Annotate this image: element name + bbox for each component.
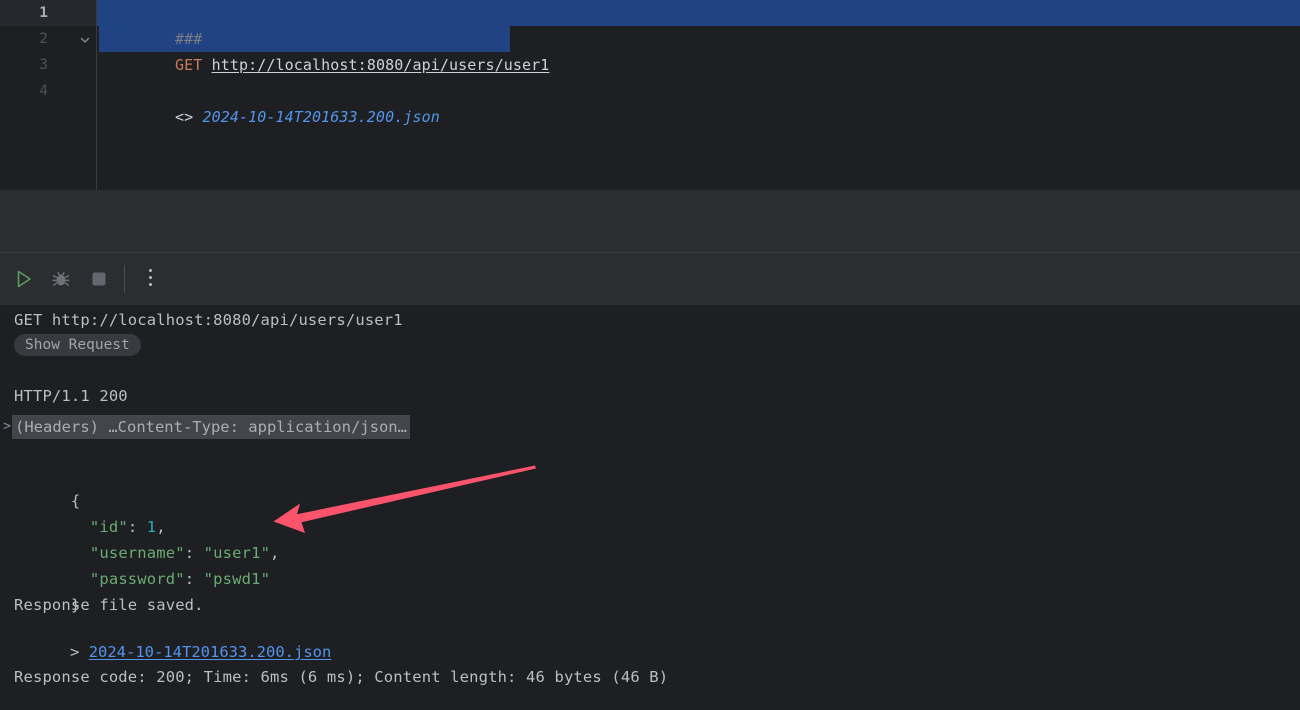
response-summary-line: Response code: 200; Time: 6ms (6 ms); Co… xyxy=(14,668,669,686)
gutter-line-4: 4 xyxy=(0,78,96,104)
editor-code-area[interactable]: ### GET http://localhost:8080/api/users/… xyxy=(97,0,1300,190)
gutter-line-3: 3 xyxy=(0,52,96,78)
run-icon[interactable] xyxy=(10,266,36,292)
response-ref-marker: <> xyxy=(175,108,194,126)
gutter-line-2: 2 xyxy=(0,26,96,52)
editor-gutter: 1 2 3 4 xyxy=(0,0,97,190)
line-number: 2 xyxy=(39,31,48,47)
line-number: 4 xyxy=(39,83,48,99)
console-status-line: HTTP/1.1 200 xyxy=(14,387,128,405)
saved-response-file-row[interactable]: > 2024-10-14T201633.200.json xyxy=(14,613,331,661)
json-comma: , xyxy=(270,544,280,562)
http-client-screen: 1 2 3 4 ### GET http://localhost:8080/ap… xyxy=(0,0,1300,710)
json-field-username: "username": "user1", xyxy=(14,514,280,562)
http-request-editor[interactable]: 1 2 3 4 ### GET http://localhost:8080/ap… xyxy=(0,0,1300,190)
chevron-right-icon[interactable]: > xyxy=(70,643,79,661)
code-line-comment: ### xyxy=(102,0,202,48)
show-request-button[interactable]: Show Request xyxy=(14,334,141,356)
selection-highlight-line-1 xyxy=(97,0,1300,26)
response-file-reference[interactable]: 2024-10-14T201633.200.json xyxy=(202,108,439,126)
json-field-password: "password": "pswd1" xyxy=(14,540,270,588)
toolbar-divider xyxy=(124,265,125,293)
headers-folded-region[interactable]: (Headers) …Content-Type: application/jso… xyxy=(12,415,410,439)
saved-response-file-link[interactable]: 2024-10-14T201633.200.json xyxy=(89,643,332,661)
json-separator: : xyxy=(184,570,204,588)
http-method-token: GET xyxy=(175,56,203,74)
code-line-request: GET http://localhost:8080/api/users/user… xyxy=(102,26,549,74)
request-url-link[interactable]: http://localhost:8080/api/users/user1 xyxy=(212,56,550,74)
debug-icon[interactable] xyxy=(48,266,74,292)
run-toolbar xyxy=(0,252,1300,305)
code-line-response-ref: <> 2024-10-14T201633.200.json xyxy=(102,78,440,126)
stop-icon[interactable] xyxy=(86,266,112,292)
json-open-brace: { xyxy=(14,462,80,510)
run-tool-window-header-area xyxy=(0,190,1300,252)
console-request-line: GET http://localhost:8080/api/users/user… xyxy=(14,311,403,329)
more-vertical-icon[interactable] xyxy=(142,269,158,291)
json-close-brace: } xyxy=(14,566,80,614)
response-console[interactable]: GET http://localhost:8080/api/users/user… xyxy=(0,305,1300,710)
chevron-down-icon[interactable] xyxy=(78,33,92,47)
line-number: 3 xyxy=(39,57,48,73)
json-field-id: "id": 1, xyxy=(14,488,166,536)
gutter-line-1: 1 xyxy=(0,0,96,26)
json-value: "pswd1" xyxy=(203,570,271,588)
json-key: "password" xyxy=(89,570,185,588)
line-number: 1 xyxy=(39,5,48,21)
